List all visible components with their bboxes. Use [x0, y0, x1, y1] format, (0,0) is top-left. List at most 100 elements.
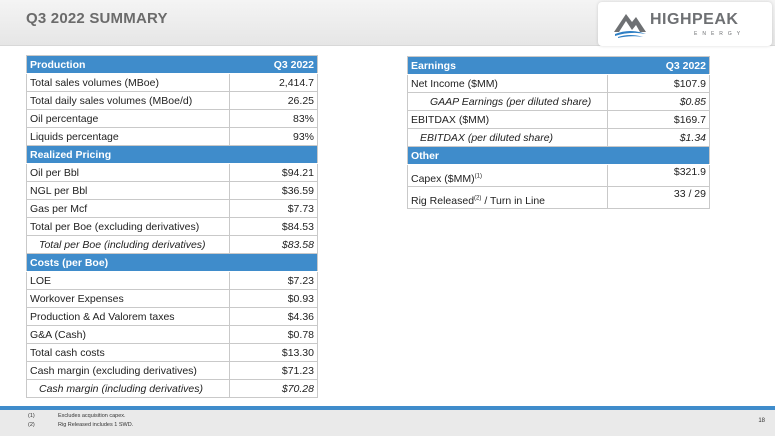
page-number: 18 [758, 418, 765, 424]
row-value: $71.23 [229, 361, 318, 380]
column-header [607, 146, 710, 165]
footnote-text: Excludes acquisition capex. [58, 413, 126, 419]
table-row: Total daily sales volumes (MBoe/d) 26.25 [26, 91, 318, 110]
section-header: Earnings [407, 56, 608, 75]
logo-wordmark: HIGHPEAK [650, 11, 739, 28]
footnote-number: (2) [28, 422, 35, 428]
row-value: $4.36 [229, 307, 318, 326]
column-header: Q3 2022 [607, 56, 710, 75]
row-label: Total daily sales volumes (MBoe/d) [26, 91, 230, 110]
table-row: Cash margin (excluding derivatives) $71.2… [26, 361, 318, 380]
footnote-text: Rig Released includes 1 SWD. [58, 422, 134, 428]
row-value: 26.25 [229, 91, 318, 110]
row-label: GAAP Earnings (per diluted share) [407, 92, 608, 111]
rig-label: Rig Released [411, 195, 475, 207]
logo-subtitle: ENERGY [694, 31, 746, 37]
mountain-logo-icon [614, 14, 646, 38]
column-header [229, 145, 318, 164]
table-row: Oil percentage 83% [26, 109, 318, 128]
row-value: $7.23 [229, 271, 318, 290]
row-value: $1.34 [607, 128, 710, 147]
section-header: Other [407, 146, 608, 165]
table-row: Production & Ad Valorem taxes $4.36 [26, 307, 318, 326]
footnote-marker: (1) [474, 173, 482, 180]
row-value: 33 / 29 [607, 186, 710, 209]
row-label: Total per Boe (excluding derivatives) [26, 217, 230, 236]
operations-table: Production Q3 2022 Total sales volumes (MB… [26, 55, 318, 398]
rig-label-tail: / Turn in Line [484, 195, 546, 207]
page-title: Q3 2022 SUMMARY [26, 10, 168, 27]
row-label: Cash margin (excluding derivatives) [26, 361, 230, 380]
row-label: Rig Released(2) / Turn in Line [407, 186, 608, 209]
row-label: EBITDAX (per diluted share) [407, 128, 608, 147]
row-value: $0.93 [229, 289, 318, 308]
section-header-row: Costs (per Boe) [26, 253, 318, 272]
section-header-row: Realized Pricing [26, 145, 318, 164]
table-row: GAAP Earnings (per diluted share) $0.85 [407, 92, 710, 111]
section-header: Production [26, 55, 230, 74]
row-value: $83.58 [229, 235, 318, 254]
footer-band: (1) Excludes acquisition capex. (2) Rig … [0, 406, 775, 436]
table-row: Total sales volumes (MBoe) 2,414.7 [26, 73, 318, 92]
table-row: EBITDAX ($MM) $169.7 [407, 110, 710, 129]
row-label: Total per Boe (including derivatives) [26, 235, 230, 254]
table-row: NGL per Bbl $36.59 [26, 181, 318, 200]
section-header: Costs (per Boe) [26, 253, 230, 272]
row-value: $94.21 [229, 163, 318, 182]
row-value: $84.53 [229, 217, 318, 236]
row-label: NGL per Bbl [26, 181, 230, 200]
row-label: Liquids percentage [26, 127, 230, 146]
company-logo: HIGHPEAK ENERGY [598, 2, 772, 46]
row-value: $70.28 [229, 379, 318, 398]
table-row: EBITDAX (per diluted share) $1.34 [407, 128, 710, 147]
capex-label: Capex ($MM) [411, 173, 475, 185]
footnote-number: (1) [28, 413, 35, 419]
table-row: Capex ($MM)(1) $321.9 [407, 164, 710, 187]
row-label: Capex ($MM)(1) [407, 164, 608, 187]
table-row: Net Income ($MM) $107.9 [407, 74, 710, 93]
row-value: $13.30 [229, 343, 318, 362]
section-header-row: Production Q3 2022 [26, 55, 318, 74]
table-row: Workover Expenses $0.93 [26, 289, 318, 308]
row-value: $321.9 [607, 164, 710, 187]
other-header-row: Other [407, 146, 710, 165]
row-label: Total cash costs [26, 343, 230, 362]
table-row: Total per Boe (including derivatives) $83… [26, 235, 318, 254]
header-band: Q3 2022 SUMMARY HIGHPEAK ENERGY [0, 0, 775, 46]
row-value: $0.85 [607, 92, 710, 111]
column-header: Q3 2022 [229, 55, 318, 74]
table-row: Gas per Mcf $7.73 [26, 199, 318, 218]
row-value: 83% [229, 109, 318, 128]
table-row: LOE $7.23 [26, 271, 318, 290]
row-label: LOE [26, 271, 230, 290]
row-label: EBITDAX ($MM) [407, 110, 608, 129]
row-value: $0.78 [229, 325, 318, 344]
column-header [229, 253, 318, 272]
row-label: Net Income ($MM) [407, 74, 608, 93]
table-row: Total per Boe (excluding derivatives) $84… [26, 217, 318, 236]
row-value: $107.9 [607, 74, 710, 93]
row-value: $7.73 [229, 199, 318, 218]
table-row: Liquids percentage 93% [26, 127, 318, 146]
financial-table: Earnings Q3 2022 Net Income ($MM) $107.9… [407, 56, 710, 209]
row-label: Workover Expenses [26, 289, 230, 308]
row-value: 93% [229, 127, 318, 146]
section-header: Realized Pricing [26, 145, 230, 164]
earnings-header-row: Earnings Q3 2022 [407, 56, 710, 75]
row-value: 2,414.7 [229, 73, 318, 92]
table-row: Oil per Bbl $94.21 [26, 163, 318, 182]
row-value: $36.59 [229, 181, 318, 200]
row-label: G&A (Cash) [26, 325, 230, 344]
row-label: Total sales volumes (MBoe) [26, 73, 230, 92]
row-label: Gas per Mcf [26, 199, 230, 218]
row-label: Cash margin (including derivatives) [26, 379, 230, 398]
table-row: Total cash costs $13.30 [26, 343, 318, 362]
footnote-marker: (2) [474, 195, 482, 202]
table-row: Cash margin (including derivatives) $70.2… [26, 379, 318, 398]
row-value: $169.7 [607, 110, 710, 129]
row-label: Production & Ad Valorem taxes [26, 307, 230, 326]
table-row: G&A (Cash) $0.78 [26, 325, 318, 344]
table-row: Rig Released(2) / Turn in Line 33 / 29 [407, 186, 710, 209]
row-label: Oil percentage [26, 109, 230, 128]
row-label: Oil per Bbl [26, 163, 230, 182]
